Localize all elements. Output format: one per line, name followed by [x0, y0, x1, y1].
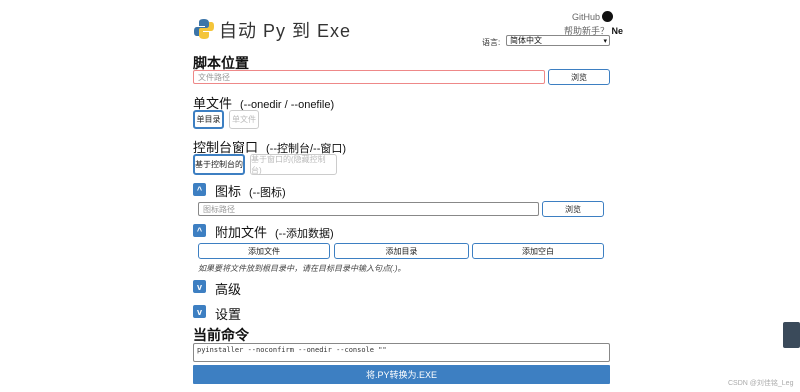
additional-files-note: 如果要将文件放到根目录中，请在目标目录中输入句点(.)。	[198, 264, 406, 273]
python-logo-icon	[194, 19, 214, 39]
additional-hint: (--添加数据)	[275, 228, 334, 240]
window-based-button[interactable]: 基于窗口的(隐藏控制台)	[250, 154, 337, 175]
page-title: 自动 Py 到 Exe	[219, 21, 352, 41]
side-widget[interactable]	[783, 322, 800, 348]
chevron-up-icon: ^	[196, 184, 203, 195]
add-folder-button[interactable]: 添加目录	[334, 243, 469, 259]
language-label: 语言:	[482, 38, 501, 47]
github-link[interactable]: GitHub	[572, 11, 614, 22]
settings-toggle[interactable]: v	[193, 305, 206, 318]
onedir-button[interactable]: 单目录	[193, 110, 224, 129]
github-label: GitHub	[572, 11, 601, 22]
icon-section-toggle[interactable]: ^	[193, 183, 206, 196]
add-files-button[interactable]: 添加文件	[198, 243, 330, 259]
chevron-down-icon: ▾	[603, 37, 607, 45]
icon-path-input[interactable]: 图标路径	[198, 202, 539, 216]
current-command-heading: 当前命令	[193, 327, 249, 343]
chevron-down-icon: v	[196, 281, 202, 292]
script-browse-button[interactable]: 浏览	[548, 69, 610, 85]
advanced-toggle[interactable]: v	[193, 280, 206, 293]
chevron-down-icon: v	[196, 306, 202, 317]
icon-heading: 图标 (--图标)	[215, 181, 286, 200]
current-command-textarea[interactable]: pyinstaller --noconfirm --onedir --conso…	[193, 343, 610, 362]
convert-button[interactable]: 将.PY转换为.EXE	[193, 365, 610, 384]
additional-files-heading: 附加文件 (--添加数据)	[215, 222, 334, 241]
advanced-heading: 高级	[215, 282, 242, 297]
settings-heading: 设置	[215, 307, 242, 322]
additional-heading-text: 附加文件	[215, 225, 268, 240]
additional-files-toggle[interactable]: ^	[193, 224, 206, 237]
icon-browse-button[interactable]: 浏览	[542, 201, 604, 217]
add-blank-button[interactable]: 添加空白	[472, 243, 604, 259]
language-value: 简体中文	[510, 36, 542, 45]
icon-heading-text: 图标	[215, 184, 242, 199]
console-heading-text: 控制台窗口	[193, 140, 259, 155]
onefile-heading-text: 单文件	[193, 96, 233, 111]
watermark: CSDN @刘佳铭_Leg	[728, 380, 794, 387]
icon-hint: (--图标)	[249, 187, 286, 199]
console-based-button[interactable]: 基于控制台的	[193, 154, 245, 175]
onefile-button[interactable]: 单文件	[229, 110, 259, 129]
chevron-up-icon: ^	[196, 225, 203, 236]
script-path-input[interactable]: 文件路径	[193, 70, 545, 84]
help-suffix: Ne	[611, 26, 624, 36]
github-icon	[602, 11, 614, 22]
language-select[interactable]: 简体中文 ▾	[506, 35, 610, 46]
